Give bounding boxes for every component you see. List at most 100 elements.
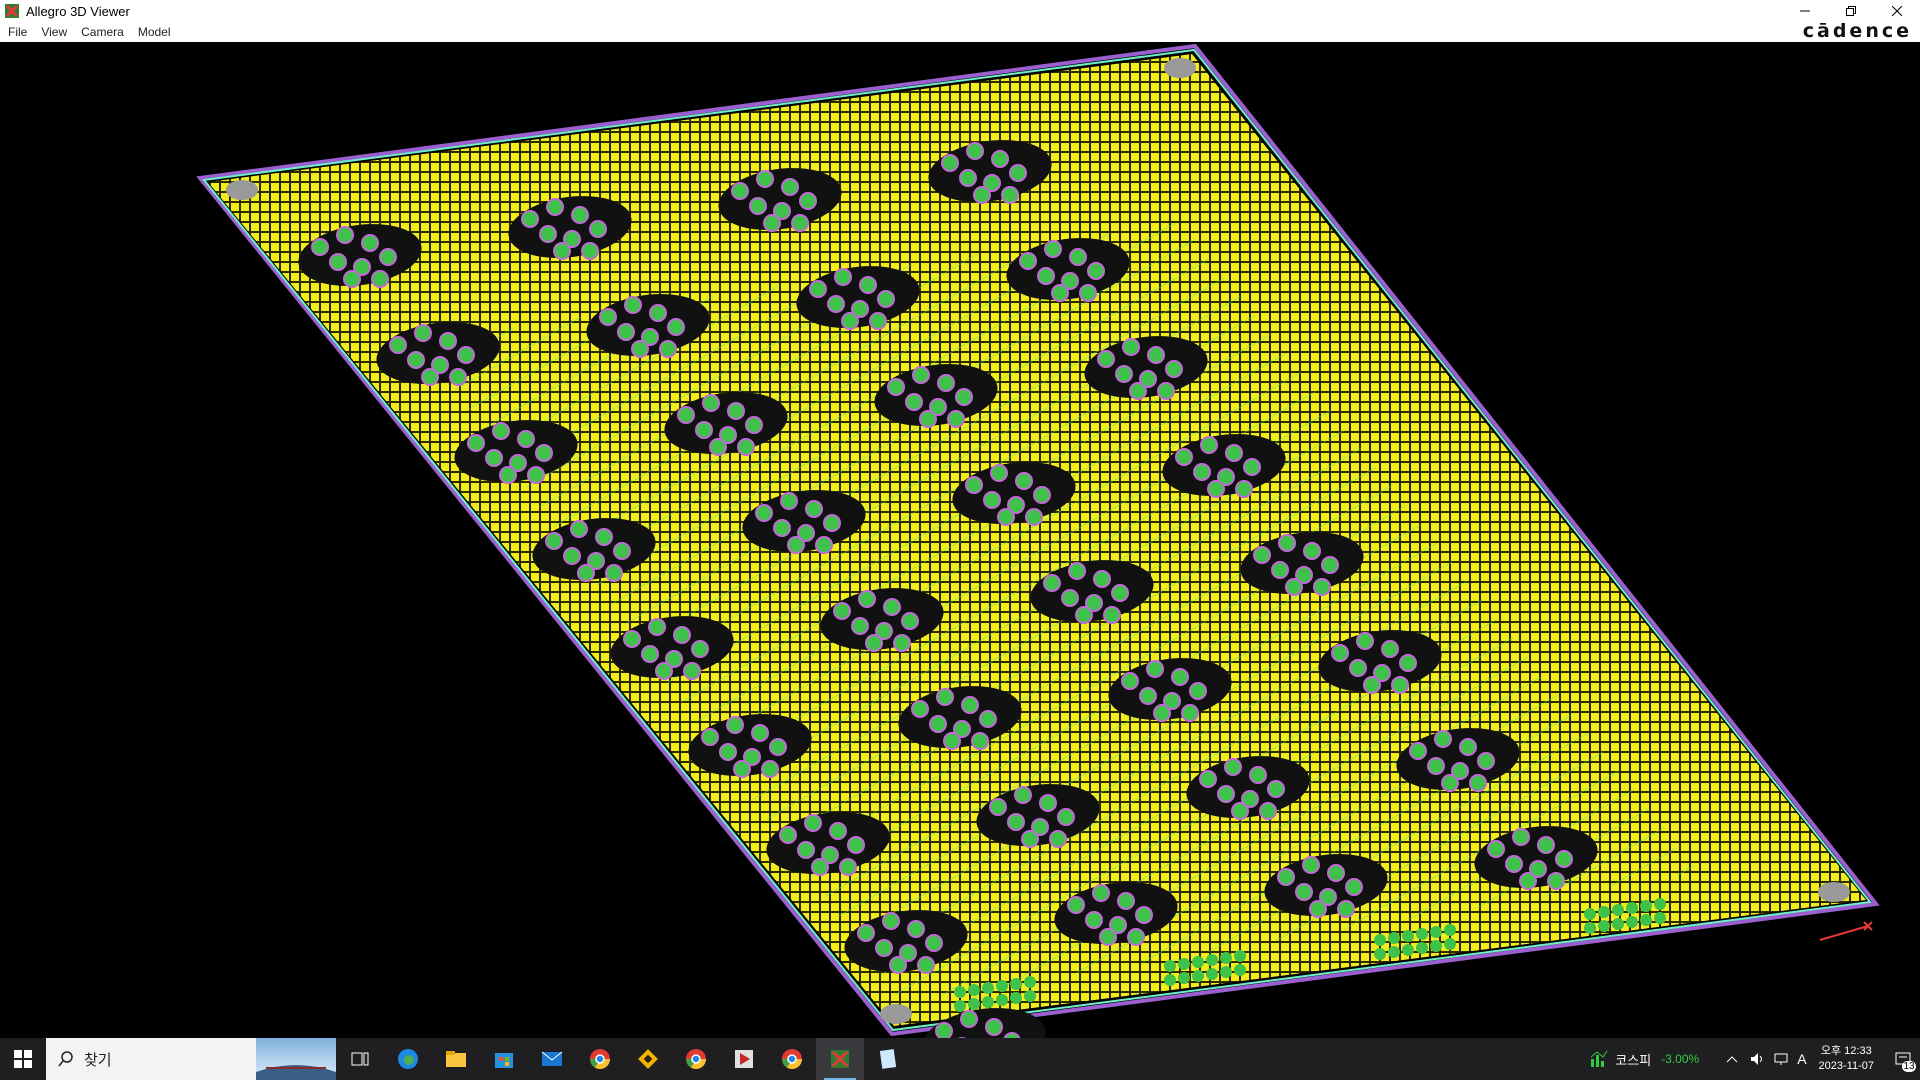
via-pad	[815, 536, 833, 554]
via-pad	[847, 836, 865, 854]
connector-pin	[1416, 928, 1428, 940]
connector-pin	[1234, 950, 1246, 962]
connector-pin	[1010, 978, 1022, 990]
via-pad	[1039, 794, 1057, 812]
minimize-button[interactable]	[1782, 0, 1828, 22]
via-pad	[811, 858, 829, 876]
connector-pin	[1626, 916, 1638, 928]
via-pad	[667, 318, 685, 336]
via-pad	[527, 466, 545, 484]
menu-view[interactable]: View	[41, 25, 67, 39]
connector-pin	[1206, 968, 1218, 980]
chrome-alt-button[interactable]	[672, 1038, 720, 1080]
via-pad	[1331, 644, 1349, 662]
via-pad	[1547, 872, 1565, 890]
connector-pin	[1598, 906, 1610, 918]
via-pad	[535, 444, 553, 462]
via-pad	[911, 700, 929, 718]
cadence-logo: cādence	[1802, 20, 1912, 42]
via-pad	[1009, 164, 1027, 182]
chrome-alt-icon	[686, 1049, 706, 1069]
clock[interactable]: 오후 12:33 2023-11-07	[1819, 1044, 1874, 1074]
git-button[interactable]	[624, 1038, 672, 1080]
taskbar-search[interactable]: 찾기	[46, 1038, 336, 1080]
connector-pin	[1234, 964, 1246, 976]
via-pad	[990, 464, 1008, 482]
pcb-board-render[interactable]	[0, 42, 1920, 1038]
task-view-button[interactable]	[336, 1038, 384, 1080]
via-pad	[577, 564, 595, 582]
network-icon[interactable]	[1773, 1051, 1789, 1067]
menu-model[interactable]: Model	[138, 25, 171, 39]
connector-pin	[1402, 930, 1414, 942]
via-pad	[1321, 556, 1339, 574]
menu-camera[interactable]: Camera	[81, 25, 124, 39]
restore-button[interactable]	[1828, 0, 1874, 22]
via-pad	[1021, 830, 1039, 848]
via-pad	[960, 1010, 978, 1028]
connector-pin	[1444, 924, 1456, 936]
via-pad	[791, 214, 809, 232]
close-button[interactable]	[1874, 0, 1920, 22]
mail-button[interactable]	[528, 1038, 576, 1080]
via-pad	[889, 956, 907, 974]
allegro-button[interactable]	[816, 1038, 864, 1080]
connector-pin	[1612, 918, 1624, 930]
via-pad	[1459, 738, 1477, 756]
chrome-profile-button[interactable]	[768, 1038, 816, 1080]
mounting-hole	[1164, 58, 1196, 78]
allegro-icon	[831, 1050, 849, 1068]
via-pad	[1313, 578, 1331, 596]
via-pad	[1512, 828, 1530, 846]
via-pad	[1033, 486, 1051, 504]
edge-button[interactable]	[384, 1038, 432, 1080]
chevron-up-icon[interactable]	[1725, 1052, 1739, 1066]
via-pad	[1409, 742, 1427, 760]
volume-icon[interactable]	[1749, 1051, 1765, 1067]
store-icon	[495, 1053, 513, 1068]
via-pad	[617, 323, 635, 341]
via-pad	[546, 198, 564, 216]
start-button[interactable]	[0, 1038, 46, 1080]
via-pad	[1345, 878, 1363, 896]
notepad-button[interactable]	[864, 1038, 912, 1080]
3d-viewport[interactable]	[0, 42, 1920, 1038]
connector-pin	[996, 980, 1008, 992]
menu-file[interactable]: File	[8, 25, 27, 39]
connector-pin	[1024, 990, 1036, 1002]
via-pad	[1337, 900, 1355, 918]
via-pad	[833, 602, 851, 620]
via-pad	[799, 192, 817, 210]
notification-button[interactable]: 13	[1886, 1038, 1920, 1080]
via-pad	[859, 276, 877, 294]
via-pad	[1278, 534, 1296, 552]
connector-pin	[1402, 944, 1414, 956]
file-explorer-button[interactable]	[432, 1038, 480, 1080]
connector-pin	[1584, 908, 1596, 920]
via-pad	[1303, 542, 1321, 560]
connector-pin	[1206, 954, 1218, 966]
media-button[interactable]	[720, 1038, 768, 1080]
via-pad	[941, 154, 959, 172]
via-pad	[336, 226, 354, 244]
stock-name[interactable]: 코스피	[1615, 1050, 1651, 1069]
ime-indicator[interactable]: A	[1797, 1051, 1806, 1067]
via-pad	[1044, 240, 1062, 258]
window-controls	[1782, 0, 1920, 22]
connector-pin	[1654, 912, 1666, 924]
connector-pin	[1444, 938, 1456, 950]
chrome-button[interactable]	[576, 1038, 624, 1080]
via-pad	[905, 393, 923, 411]
via-pad	[1001, 186, 1019, 204]
via-pad	[659, 340, 677, 358]
notification-count: 13	[1902, 1061, 1916, 1072]
via-pad	[1356, 632, 1374, 650]
store-button[interactable]	[480, 1038, 528, 1080]
system-tray: 코스피 -3.00% A 오후 12:33 2023-11-07 13	[1589, 1038, 1920, 1080]
via-pad	[361, 234, 379, 252]
via-pad	[1302, 856, 1320, 874]
via-pad	[1097, 350, 1115, 368]
window-title: Allegro 3D Viewer	[26, 3, 130, 19]
via-pad	[1067, 896, 1085, 914]
via-pad	[599, 308, 617, 326]
